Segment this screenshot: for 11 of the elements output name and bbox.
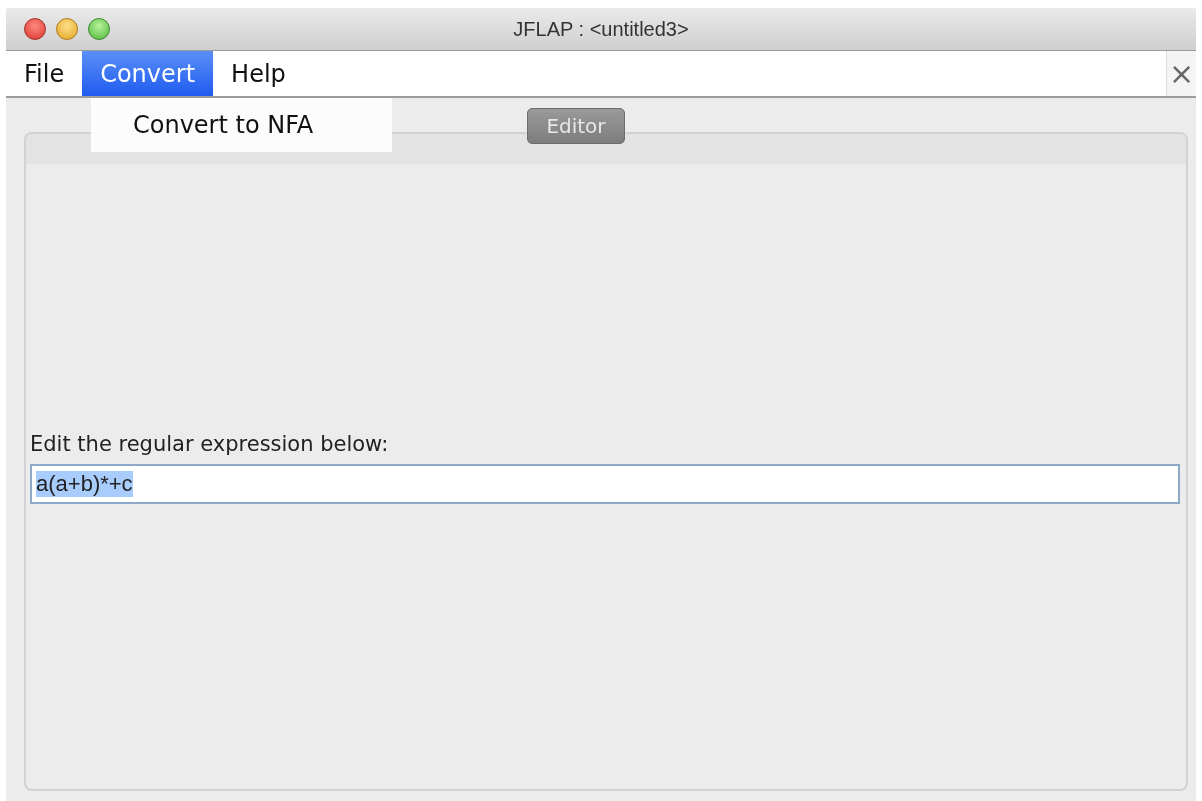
input-field[interactable]: a(a+b)*+c — [30, 464, 1180, 504]
window-title: JFLAP : <untitled3> — [513, 17, 689, 41]
zoom-window-icon[interactable] — [88, 18, 110, 40]
close-window-icon[interactable] — [24, 18, 46, 40]
menu-item[interactable]: File — [6, 51, 83, 96]
menu-item[interactable]: Convert — [82, 51, 214, 96]
close-button[interactable]: × — [1166, 51, 1196, 96]
menu-item[interactable]: Help — [213, 51, 304, 96]
menu-item[interactable]: Convert to NFA — [91, 111, 392, 139]
field-label: Edit the regular expression below: — [30, 432, 389, 456]
minimize-window-icon[interactable] — [56, 18, 78, 40]
